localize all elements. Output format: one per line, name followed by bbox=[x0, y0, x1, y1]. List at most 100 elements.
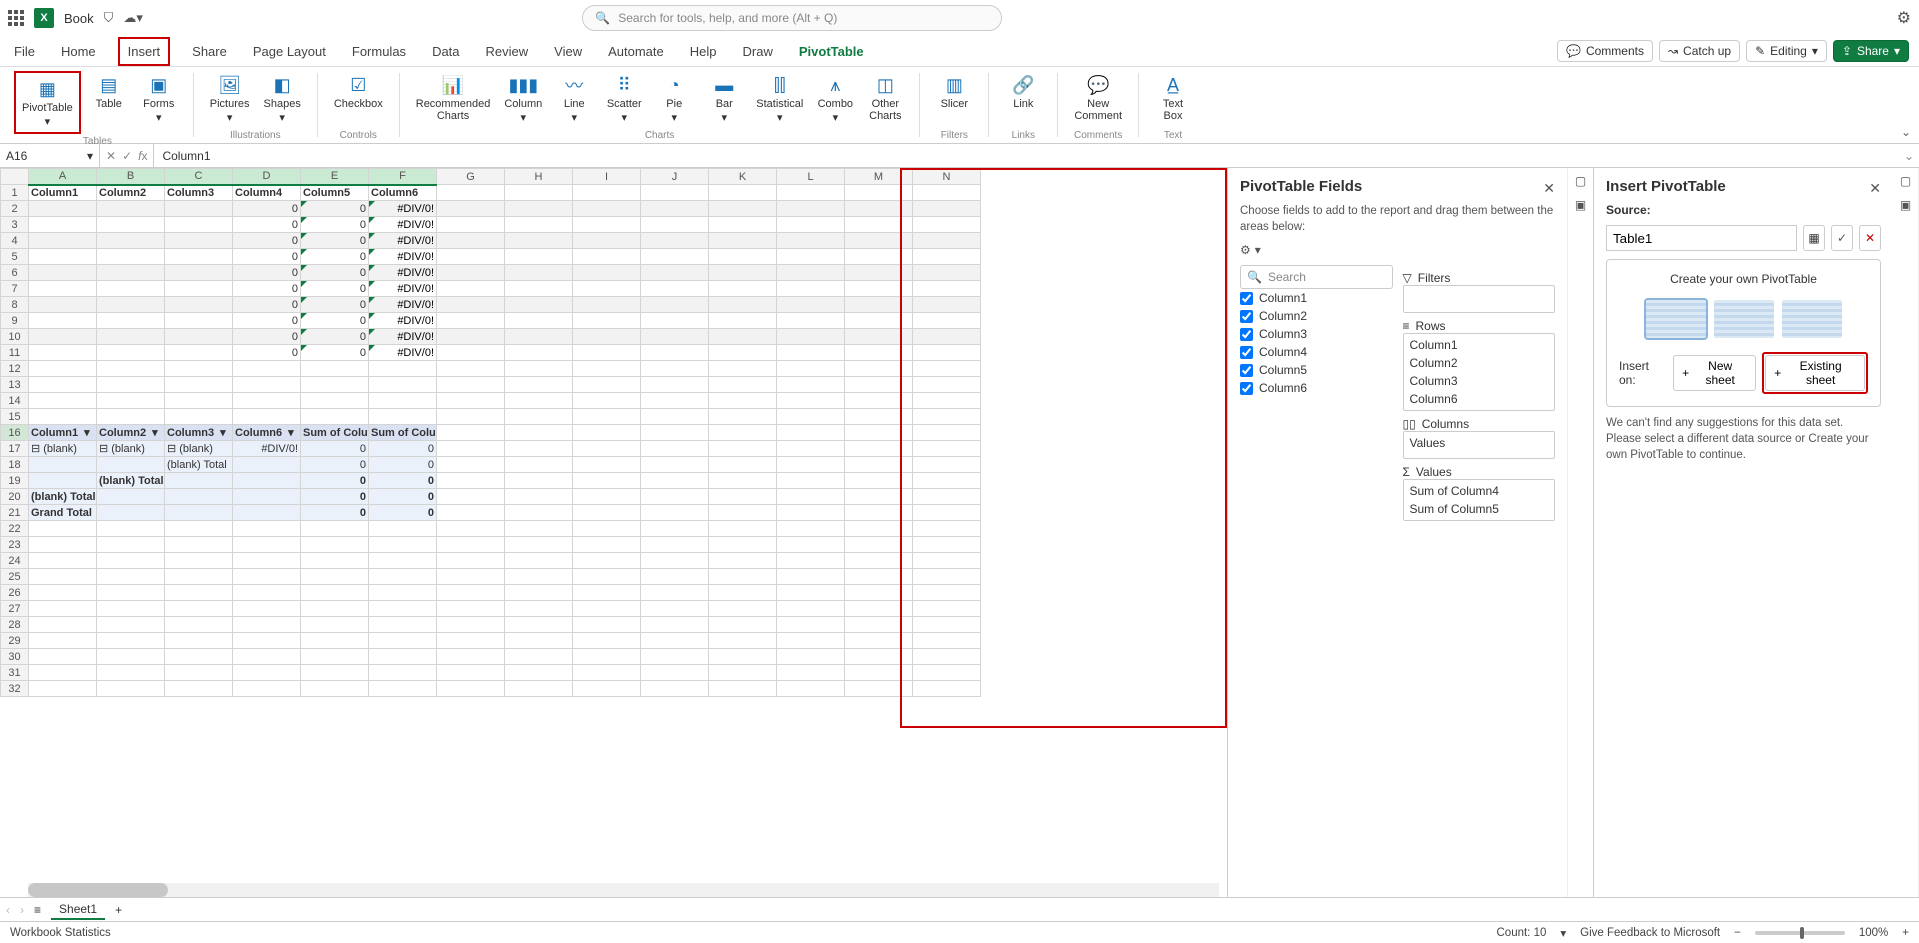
col-header-E[interactable]: E bbox=[301, 169, 369, 185]
col-header-F[interactable]: F bbox=[369, 169, 437, 185]
catchup-button[interactable]: ↝Catch up bbox=[1659, 40, 1740, 62]
tab-file[interactable]: File bbox=[10, 40, 39, 63]
tab-pivottable[interactable]: PivotTable bbox=[795, 40, 868, 63]
template-option-1[interactable] bbox=[1646, 300, 1706, 338]
col-header-N[interactable]: N bbox=[913, 169, 981, 185]
field-item[interactable]: Column5 bbox=[1240, 361, 1393, 379]
autosave-cloud-icon[interactable]: ☁︎▾ bbox=[123, 10, 143, 26]
prev-sheet-button[interactable]: ‹ bbox=[6, 903, 10, 917]
field-checkbox[interactable] bbox=[1240, 346, 1253, 359]
link-button[interactable]: 🔗Link bbox=[1001, 71, 1045, 112]
col-header-M[interactable]: M bbox=[845, 169, 913, 185]
cancel-formula-icon[interactable]: ✕ bbox=[106, 149, 116, 163]
zoom-slider[interactable] bbox=[1755, 931, 1845, 935]
tab-insert[interactable]: Insert bbox=[118, 37, 171, 66]
document-name[interactable]: Book bbox=[64, 11, 94, 26]
textbox-button[interactable]: A̲Text Box bbox=[1151, 71, 1195, 124]
statistical-chart-button[interactable]: ⫿⫿Statistical▾ bbox=[752, 71, 807, 126]
zoom-in-button[interactable]: + bbox=[1902, 927, 1909, 939]
next-sheet-button[interactable]: › bbox=[20, 903, 24, 917]
new-comment-button[interactable]: 💬New Comment bbox=[1070, 71, 1126, 124]
formula-bar-expand[interactable]: ⌄ bbox=[1899, 144, 1919, 167]
search-box[interactable]: 🔍 Search for tools, help, and more (Alt … bbox=[582, 5, 1002, 31]
filters-area[interactable] bbox=[1403, 285, 1556, 313]
privacy-shield-icon[interactable]: ⛉ bbox=[104, 10, 114, 26]
area-item[interactable]: Column1 bbox=[1410, 338, 1549, 352]
field-item[interactable]: Column4 bbox=[1240, 343, 1393, 361]
accept-formula-icon[interactable]: ✓ bbox=[122, 149, 132, 163]
editing-mode-button[interactable]: ✎Editing▾ bbox=[1746, 40, 1827, 62]
tab-automate[interactable]: Automate bbox=[604, 40, 668, 63]
col-header-K[interactable]: K bbox=[709, 169, 777, 185]
pie-chart-button[interactable]: ◔Pie▾ bbox=[652, 71, 696, 126]
recommended-charts-button[interactable]: 📊Recommended Charts bbox=[412, 71, 495, 126]
feedback-link[interactable]: Give Feedback to Microsoft bbox=[1580, 927, 1720, 939]
workbook-statistics[interactable]: Workbook Statistics bbox=[10, 927, 111, 939]
values-area[interactable]: Sum of Column4Sum of Column5 bbox=[1403, 479, 1556, 521]
field-search[interactable]: 🔍 Search bbox=[1240, 265, 1393, 289]
col-header-J[interactable]: J bbox=[641, 169, 709, 185]
formula-input[interactable]: Column1 bbox=[154, 144, 1899, 167]
name-box[interactable]: A16▾ bbox=[0, 144, 100, 167]
tab-view[interactable]: View bbox=[550, 40, 586, 63]
app-launcher-icon[interactable] bbox=[8, 10, 24, 26]
panel-icon-1[interactable]: ▢ bbox=[1575, 174, 1586, 188]
col-header-B[interactable]: B bbox=[97, 169, 165, 185]
zoom-out-button[interactable]: − bbox=[1734, 927, 1741, 939]
source-input[interactable] bbox=[1606, 225, 1797, 251]
fx-icon[interactable]: fx bbox=[138, 149, 147, 163]
settings-button[interactable]: ⚙ bbox=[1871, 8, 1911, 28]
tab-draw[interactable]: Draw bbox=[739, 40, 777, 63]
col-header-H[interactable]: H bbox=[505, 169, 573, 185]
col-header-I[interactable]: I bbox=[573, 169, 641, 185]
col-header-D[interactable]: D bbox=[233, 169, 301, 185]
field-item[interactable]: Column2 bbox=[1240, 307, 1393, 325]
cancel-source-button[interactable]: ✕ bbox=[1859, 225, 1881, 251]
shapes-button[interactable]: ◧Shapes▾ bbox=[260, 71, 305, 126]
field-checkbox[interactable] bbox=[1240, 382, 1253, 395]
template-option-2[interactable] bbox=[1714, 300, 1774, 338]
all-sheets-button[interactable]: ≡ bbox=[34, 903, 41, 917]
field-item[interactable]: Column6 bbox=[1240, 379, 1393, 397]
tab-page-layout[interactable]: Page Layout bbox=[249, 40, 330, 63]
field-item[interactable]: Column3 bbox=[1240, 325, 1393, 343]
columns-area[interactable]: Values bbox=[1403, 431, 1556, 459]
col-header-G[interactable]: G bbox=[437, 169, 505, 185]
new-sheet-button[interactable]: +New sheet bbox=[1673, 355, 1756, 391]
gear-icon[interactable]: ⚙ bbox=[1240, 243, 1251, 257]
tab-home[interactable]: Home bbox=[57, 40, 100, 63]
field-checkbox[interactable] bbox=[1240, 364, 1253, 377]
chevron-down-icon[interactable]: ▾ bbox=[1560, 926, 1566, 940]
slicer-button[interactable]: ▥Slicer bbox=[932, 71, 976, 112]
pictures-button[interactable]: 🖼Pictures▾ bbox=[206, 71, 254, 126]
panel-icon-3[interactable]: ▢ bbox=[1900, 174, 1911, 188]
sheet-tab-sheet1[interactable]: Sheet1 bbox=[51, 900, 105, 920]
field-item[interactable]: Column1 bbox=[1240, 289, 1393, 307]
spreadsheet-grid[interactable]: ABCDEFGHIJKLMN1Column1Column2Column3Colu… bbox=[0, 168, 1227, 897]
scatter-chart-button[interactable]: ⠿Scatter▾ bbox=[602, 71, 646, 126]
select-range-button[interactable]: ▦ bbox=[1803, 225, 1825, 251]
tab-share[interactable]: Share bbox=[188, 40, 231, 63]
col-header-C[interactable]: C bbox=[165, 169, 233, 185]
panel-icon-4[interactable]: ▣ bbox=[1900, 198, 1911, 212]
area-item[interactable]: Column6 bbox=[1410, 392, 1549, 406]
forms-button[interactable]: ▣Forms▾ bbox=[137, 71, 181, 134]
bar-chart-button[interactable]: ▬Bar▾ bbox=[702, 71, 746, 126]
table-button[interactable]: ▤Table bbox=[87, 71, 131, 134]
template-option-3[interactable] bbox=[1782, 300, 1842, 338]
field-checkbox[interactable] bbox=[1240, 292, 1253, 305]
line-chart-button[interactable]: 〰Line▾ bbox=[552, 71, 596, 126]
other-charts-button[interactable]: ◫Other Charts bbox=[863, 71, 907, 126]
chevron-down-icon[interactable]: ▾ bbox=[1255, 243, 1261, 257]
column-chart-button[interactable]: ▮▮▮Column▾ bbox=[500, 71, 546, 126]
tab-data[interactable]: Data bbox=[428, 40, 463, 63]
area-item[interactable]: Sum of Column5 bbox=[1410, 502, 1549, 516]
add-sheet-button[interactable]: + bbox=[115, 903, 122, 917]
share-button[interactable]: ⇪Share▾ bbox=[1833, 40, 1909, 62]
pivottable-button[interactable]: ▦PivotTable▾ bbox=[18, 75, 77, 130]
rows-area[interactable]: Column1Column2Column3Column6 bbox=[1403, 333, 1556, 411]
checkbox-button[interactable]: ☑Checkbox bbox=[330, 71, 387, 112]
horizontal-scrollbar[interactable] bbox=[28, 883, 1219, 897]
existing-sheet-button[interactable]: +Existing sheet bbox=[1765, 355, 1865, 391]
area-item[interactable]: Column2 bbox=[1410, 356, 1549, 370]
